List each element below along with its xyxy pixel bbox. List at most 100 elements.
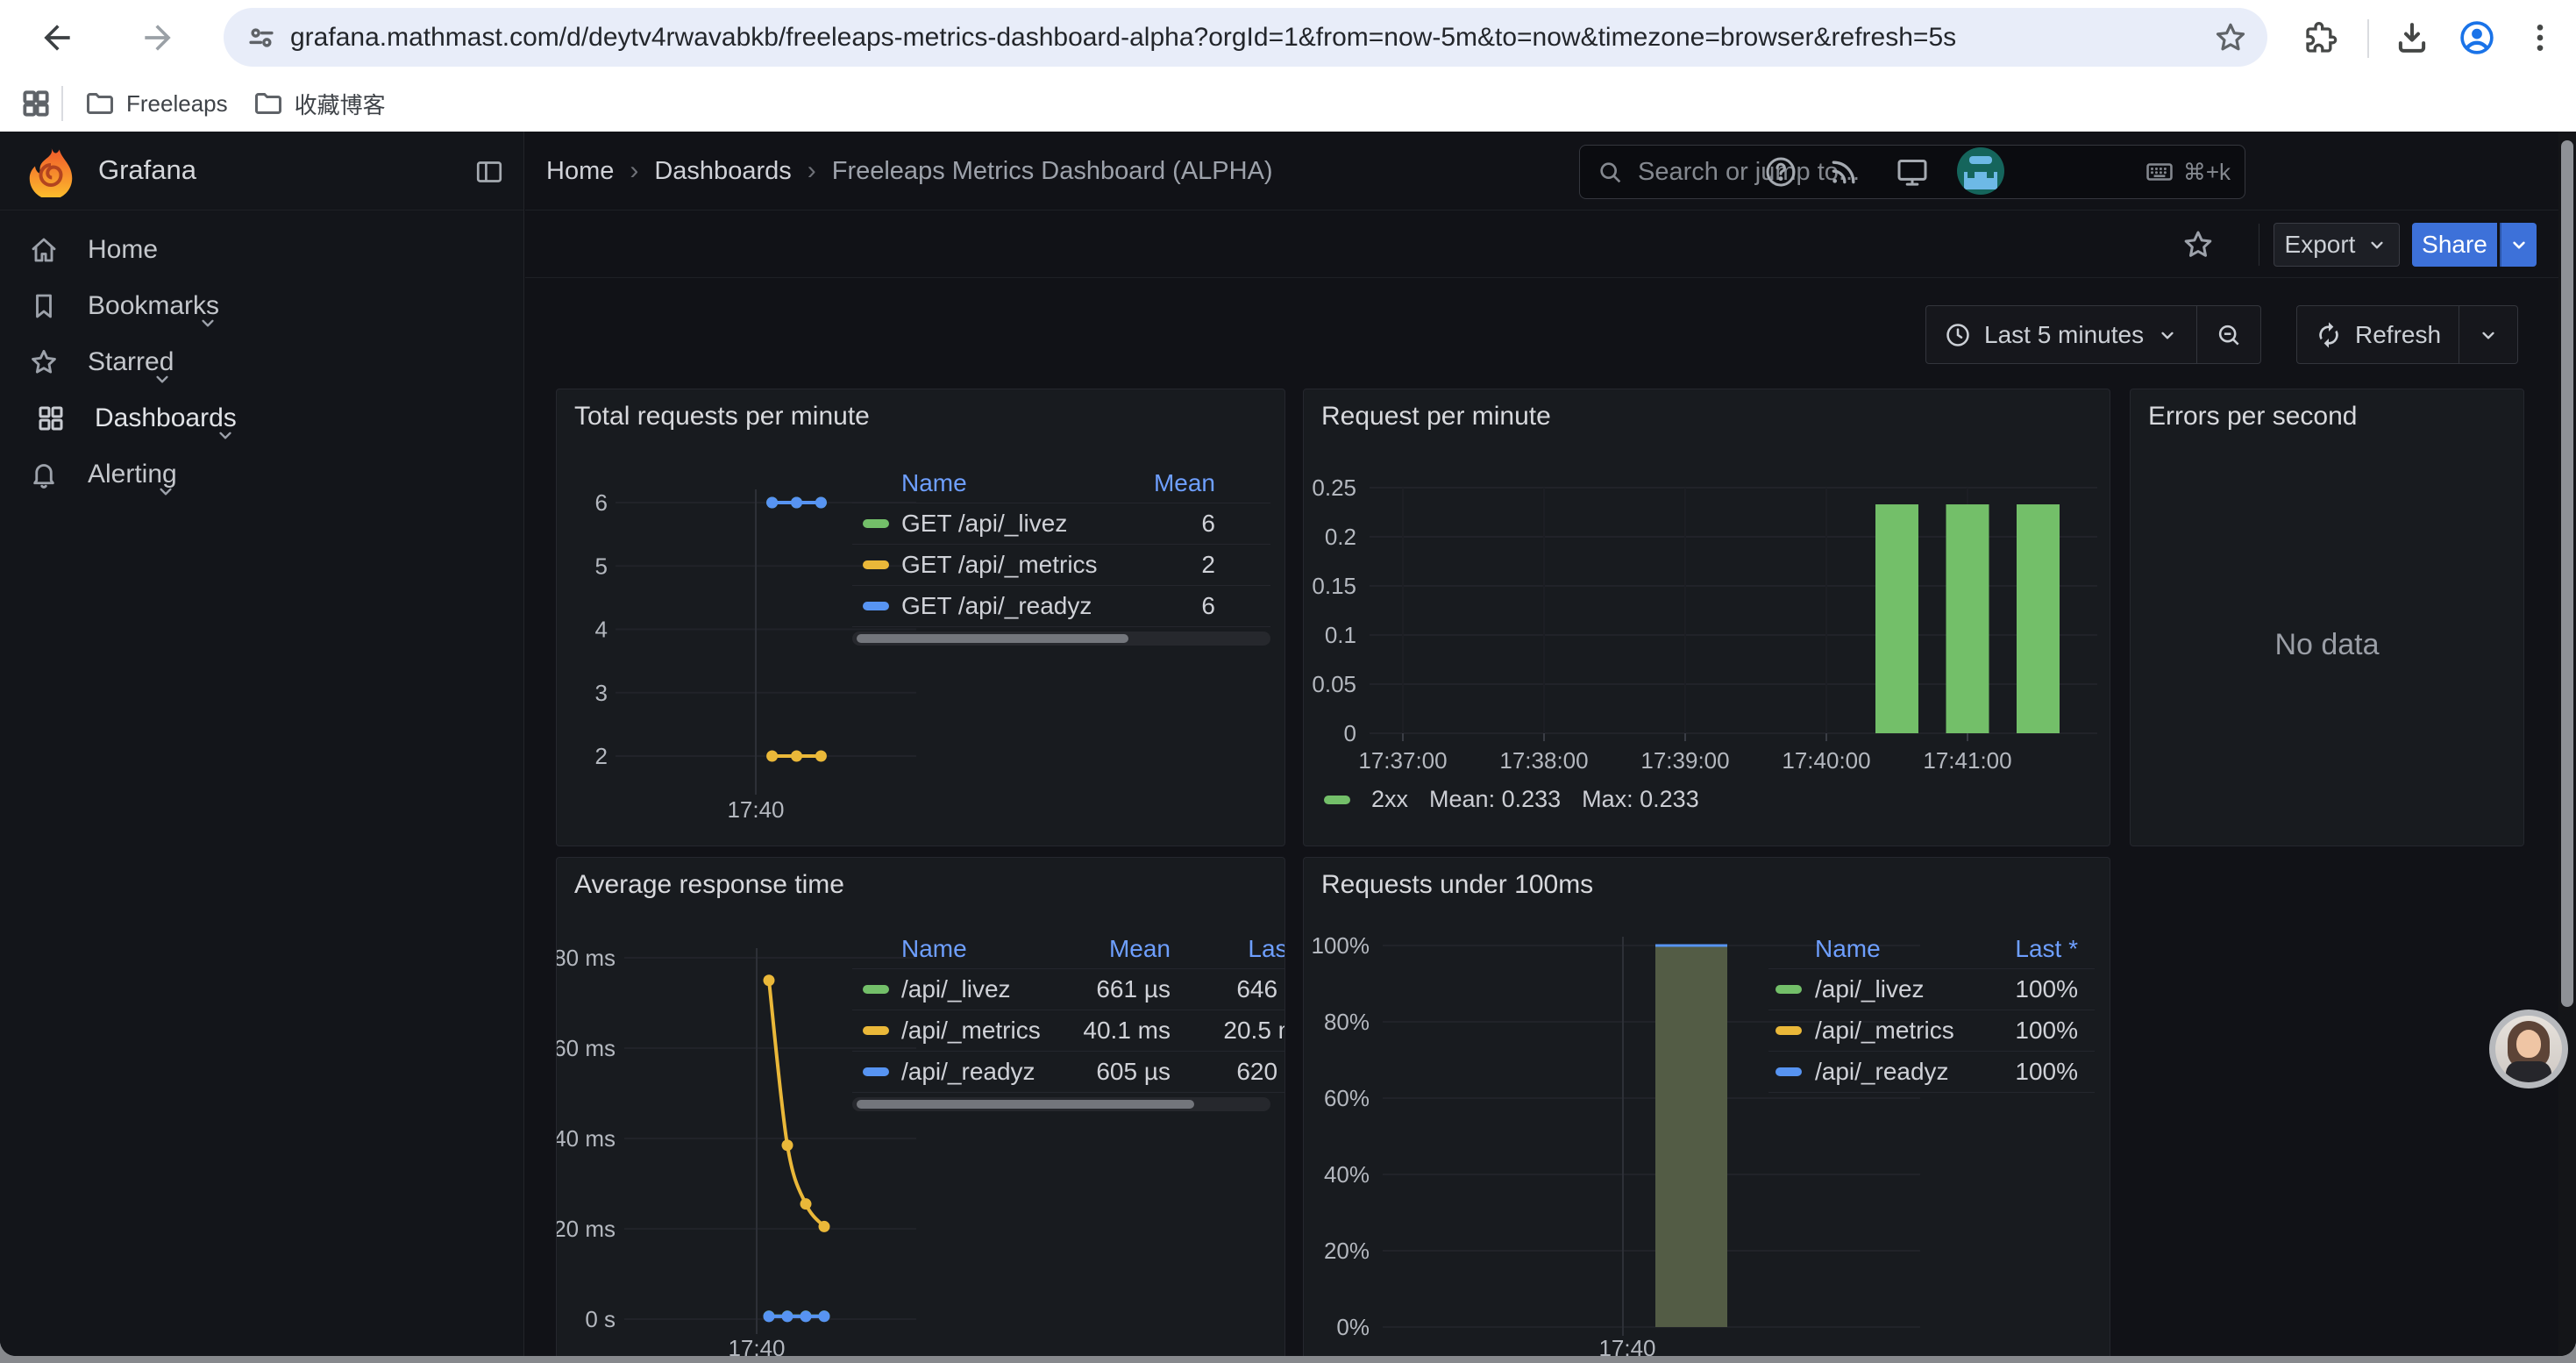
legend-hscrollbar[interactable]: [852, 632, 1270, 646]
user-avatar[interactable]: [1957, 147, 2004, 195]
page-scrollbar[interactable]: [2558, 132, 2576, 1356]
chevron-down-icon[interactable]: [154, 480, 177, 503]
url-input[interactable]: [290, 23, 2202, 53]
back-icon[interactable]: [35, 16, 79, 60]
legend-header-mean[interactable]: Mean: [1110, 469, 1215, 497]
sidebar-item-dashboards[interactable]: Dashboards: [0, 390, 523, 446]
legend-row[interactable]: GET /api/_metrics 2: [852, 545, 1270, 586]
toolbar-divider: [2367, 19, 2369, 58]
bookmark-icon: [28, 290, 60, 322]
time-controls-row: Last 5 minutes Refresh: [525, 305, 2576, 364]
bookmarks-divider: [61, 86, 63, 121]
panel-title[interactable]: Request per minute: [1321, 402, 1551, 432]
svg-text:80 ms: 80 ms: [557, 945, 616, 971]
legend-row[interactable]: /api/_livez 661 µs 646 µs: [852, 969, 1285, 1010]
legend-row[interactable]: /api/_metrics 40.1 ms 20.5 ms: [852, 1010, 1285, 1052]
main-area: Home › Dashboards › Freeleaps Metrics Da…: [525, 132, 2576, 1356]
refresh-button[interactable]: Refresh: [2297, 306, 2459, 363]
page-header: Home › Dashboards › Freeleaps Metrics Da…: [525, 132, 2576, 211]
breadcrumb-home[interactable]: Home: [546, 157, 614, 186]
profile-icon[interactable]: [2455, 16, 2499, 60]
breadcrumb-separator: ›: [630, 156, 638, 186]
downloads-icon[interactable]: [2390, 16, 2434, 60]
no-data-message: No data: [2131, 628, 2523, 662]
site-settings-icon[interactable]: [245, 21, 278, 54]
legend-row[interactable]: /api/_readyz 605 µs 620 µs: [852, 1052, 1285, 1093]
brand-name[interactable]: Grafana: [98, 154, 196, 186]
series-swatch: [1775, 1067, 1802, 1076]
svg-text:80%: 80%: [1324, 1009, 1370, 1035]
collapse-sidebar-icon[interactable]: [473, 156, 505, 188]
export-button[interactable]: Export: [2274, 223, 2400, 267]
legend-row[interactable]: /api/_livez 100%: [1768, 969, 2095, 1010]
svg-text:6: 6: [595, 489, 608, 516]
bookmarks-bar: Freeleaps 收藏博客: [0, 75, 2576, 132]
extensions-icon[interactable]: [2299, 16, 2343, 60]
bookmark-star-icon[interactable]: [2213, 20, 2248, 55]
chevron-down-icon[interactable]: [196, 311, 219, 334]
time-range-picker[interactable]: Last 5 minutes: [1926, 306, 2196, 363]
legend-row[interactable]: GET /api/_livez 6: [852, 503, 1270, 545]
help-icon[interactable]: [1763, 154, 1798, 189]
legend-row[interactable]: GET /api/_readyz 6: [852, 586, 1270, 627]
omnibox[interactable]: [224, 8, 2267, 67]
legend-header-name[interactable]: Name: [1815, 935, 1982, 963]
svg-text:0.05: 0.05: [1312, 671, 1356, 697]
star-icon: [28, 346, 60, 378]
sidebar-item-starred[interactable]: Starred: [0, 334, 523, 390]
breadcrumb-dashboards[interactable]: Dashboards: [654, 157, 791, 186]
legend-series-name: 2xx: [1371, 786, 1408, 813]
menu-icon[interactable]: [2518, 16, 2562, 60]
legend-header-name[interactable]: Name: [901, 935, 1065, 963]
legend-hscrollbar[interactable]: [852, 1097, 1270, 1111]
sidebar-item-bookmarks[interactable]: Bookmarks: [0, 278, 523, 334]
grafana-logo-icon[interactable]: [25, 145, 77, 197]
request-per-minute-chart[interactable]: 0.250.20.150.10.05017:37:0017:38:0017:39…: [1304, 389, 2110, 846]
apps-grid-icon[interactable]: [19, 87, 53, 120]
bell-icon: [28, 459, 60, 490]
refresh-interval-button[interactable]: [2459, 306, 2517, 363]
panel-errors-per-second: Errors per second No data: [2130, 389, 2524, 846]
chart-legend[interactable]: 2xx Mean: 0.233 Max: 0.233: [1324, 786, 1699, 813]
svg-text:0: 0: [1344, 720, 1356, 746]
svg-text:17:39:00: 17:39:00: [1640, 747, 1729, 774]
panel-title[interactable]: Total requests per minute: [574, 402, 870, 432]
share-options-button[interactable]: [2500, 223, 2537, 267]
browser-window: Freeleaps 收藏博客 Grafana: [0, 0, 2576, 1356]
scrollbar-thumb[interactable]: [857, 1100, 1194, 1109]
panel-title[interactable]: Requests under 100ms: [1321, 870, 1593, 900]
keyboard-icon: [2145, 157, 2174, 187]
time-range-label: Last 5 minutes: [1984, 321, 2144, 349]
forward-icon[interactable]: [136, 16, 180, 60]
chevron-down-icon[interactable]: [151, 368, 174, 390]
avatar-detail: [1969, 156, 1992, 164]
legend-header-name[interactable]: Name: [901, 469, 1110, 497]
bookmark-folder-freeleaps[interactable]: Freeleaps: [72, 82, 240, 125]
zoom-out-button[interactable]: [2196, 306, 2260, 363]
swatch-spacer: [863, 945, 889, 953]
share-button[interactable]: Share: [2412, 223, 2497, 267]
search-input[interactable]: [1636, 157, 2132, 188]
swatch-spacer: [863, 479, 889, 488]
sidebar-item-home[interactable]: Home: [0, 222, 523, 278]
legend-header-mean[interactable]: Mean: [1065, 935, 1171, 963]
favorite-star-icon[interactable]: [2181, 227, 2216, 262]
legend-row[interactable]: /api/_metrics 100%: [1768, 1010, 2095, 1052]
sidebar-nav: Home Bookmarks Starred Dashboards: [0, 222, 523, 503]
panel-title[interactable]: Errors per second: [2148, 402, 2357, 432]
scrollbar-thumb[interactable]: [2561, 140, 2573, 1007]
legend-header-row: Name Mean: [852, 463, 1270, 503]
bookmark-folder-blogs[interactable]: 收藏博客: [240, 82, 398, 125]
legend-header-last[interactable]: Last *: [1982, 935, 2078, 963]
avatar-detail: [1968, 172, 1975, 178]
sidebar-item-alerting[interactable]: Alerting: [0, 446, 523, 503]
chevron-down-icon[interactable]: [214, 424, 237, 446]
scrollbar-thumb[interactable]: [857, 634, 1128, 643]
panel-title[interactable]: Average response time: [574, 870, 844, 900]
floating-assistant-avatar[interactable]: [2489, 1010, 2568, 1088]
rss-icon[interactable]: [1826, 154, 1861, 189]
legend-header-last[interactable]: Last *: [1190, 935, 1285, 963]
monitor-icon[interactable]: [1895, 154, 1930, 189]
search-icon: [1596, 158, 1624, 186]
legend-row[interactable]: /api/_readyz 100%: [1768, 1052, 2095, 1093]
